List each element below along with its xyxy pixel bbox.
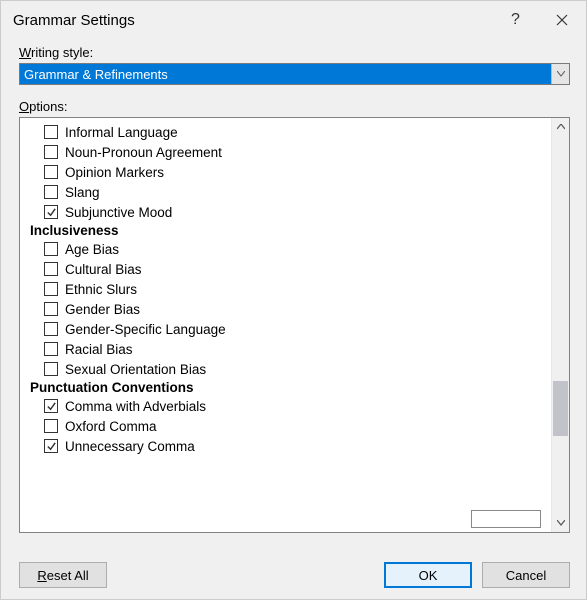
option-label: Slang [65, 185, 100, 200]
scroll-thumb[interactable] [553, 381, 568, 436]
checkbox[interactable] [44, 205, 58, 219]
option-item[interactable]: Informal Language [30, 122, 551, 142]
option-item[interactable]: Noun-Pronoun Agreement [30, 142, 551, 162]
option-label: Comma with Adverbials [65, 399, 206, 414]
combo-dropdown-button[interactable] [551, 64, 569, 84]
dialog-title: Grammar Settings [13, 12, 135, 29]
option-item[interactable]: Age Bias [30, 239, 551, 259]
checkbox[interactable] [44, 125, 58, 139]
help-button[interactable]: ? [493, 1, 538, 39]
option-label: Cultural Bias [65, 262, 142, 277]
scrollbar[interactable] [551, 118, 569, 532]
checkbox[interactable] [44, 145, 58, 159]
option-label: Racial Bias [65, 342, 133, 357]
option-label: Age Bias [65, 242, 119, 257]
checkbox[interactable] [44, 362, 58, 376]
writing-style-label: Writing style: [19, 45, 570, 60]
close-icon [556, 14, 568, 26]
option-item[interactable]: Racial Bias [30, 339, 551, 359]
option-item[interactable]: Oxford Comma [30, 416, 551, 436]
option-item[interactable]: Opinion Markers [30, 162, 551, 182]
checkbox[interactable] [44, 399, 58, 413]
writing-style-combo[interactable]: Grammar & Refinements [19, 63, 570, 85]
option-item[interactable]: Cultural Bias [30, 259, 551, 279]
ok-button[interactable]: OK [384, 562, 472, 588]
checkbox[interactable] [44, 322, 58, 336]
chevron-down-icon [557, 520, 565, 526]
group-title: Inclusiveness [30, 222, 551, 239]
grammar-settings-dialog: Grammar Settings ? Writing style: Gramma… [0, 0, 587, 600]
option-label: Sexual Orientation Bias [65, 362, 206, 377]
partial-control[interactable] [471, 510, 541, 528]
option-label: Opinion Markers [65, 165, 164, 180]
option-item[interactable]: Comma with Adverbials [30, 396, 551, 416]
option-label: Unnecessary Comma [65, 439, 195, 454]
checkbox[interactable] [44, 185, 58, 199]
checkbox[interactable] [44, 439, 58, 453]
option-label: Oxford Comma [65, 419, 157, 434]
option-item[interactable]: Subjunctive Mood [30, 202, 551, 222]
cancel-button[interactable]: Cancel [482, 562, 570, 588]
option-item[interactable]: Ethnic Slurs [30, 279, 551, 299]
option-item[interactable]: Gender Bias [30, 299, 551, 319]
options-label: Options: [19, 99, 570, 114]
options-list: Informal Language Noun-Pronoun Agreement O… [20, 118, 551, 532]
checkbox[interactable] [44, 419, 58, 433]
checkbox[interactable] [44, 165, 58, 179]
option-item[interactable]: Gender-Specific Language [30, 319, 551, 339]
scroll-up-button[interactable] [552, 118, 569, 136]
chevron-down-icon [557, 71, 565, 77]
option-item[interactable]: Unnecessary Comma [30, 436, 551, 456]
option-item[interactable]: Sexual Orientation Bias [30, 359, 551, 379]
chevron-up-icon [557, 124, 565, 130]
reset-all-button[interactable]: Reset All [19, 562, 107, 588]
checkbox[interactable] [44, 242, 58, 256]
checkbox[interactable] [44, 302, 58, 316]
dialog-content: Writing style: Grammar & Refinements Opt… [1, 39, 586, 557]
option-label: Gender Bias [65, 302, 140, 317]
checkbox[interactable] [44, 342, 58, 356]
scroll-down-button[interactable] [552, 514, 569, 532]
group-title: Punctuation Conventions [30, 379, 551, 396]
option-label: Ethnic Slurs [65, 282, 137, 297]
writing-style-value: Grammar & Refinements [20, 64, 551, 84]
option-item[interactable]: Slang [30, 182, 551, 202]
dialog-footer: Reset All OK Cancel [1, 557, 586, 599]
option-label: Noun-Pronoun Agreement [65, 145, 222, 160]
options-list-container: Informal Language Noun-Pronoun Agreement O… [19, 117, 570, 533]
option-label: Gender-Specific Language [65, 322, 226, 337]
option-label: Subjunctive Mood [65, 205, 172, 220]
option-label: Informal Language [65, 125, 178, 140]
close-button[interactable] [538, 1, 586, 39]
titlebar: Grammar Settings ? [1, 1, 586, 39]
checkbox[interactable] [44, 262, 58, 276]
checkbox[interactable] [44, 282, 58, 296]
scroll-track[interactable] [552, 136, 569, 514]
